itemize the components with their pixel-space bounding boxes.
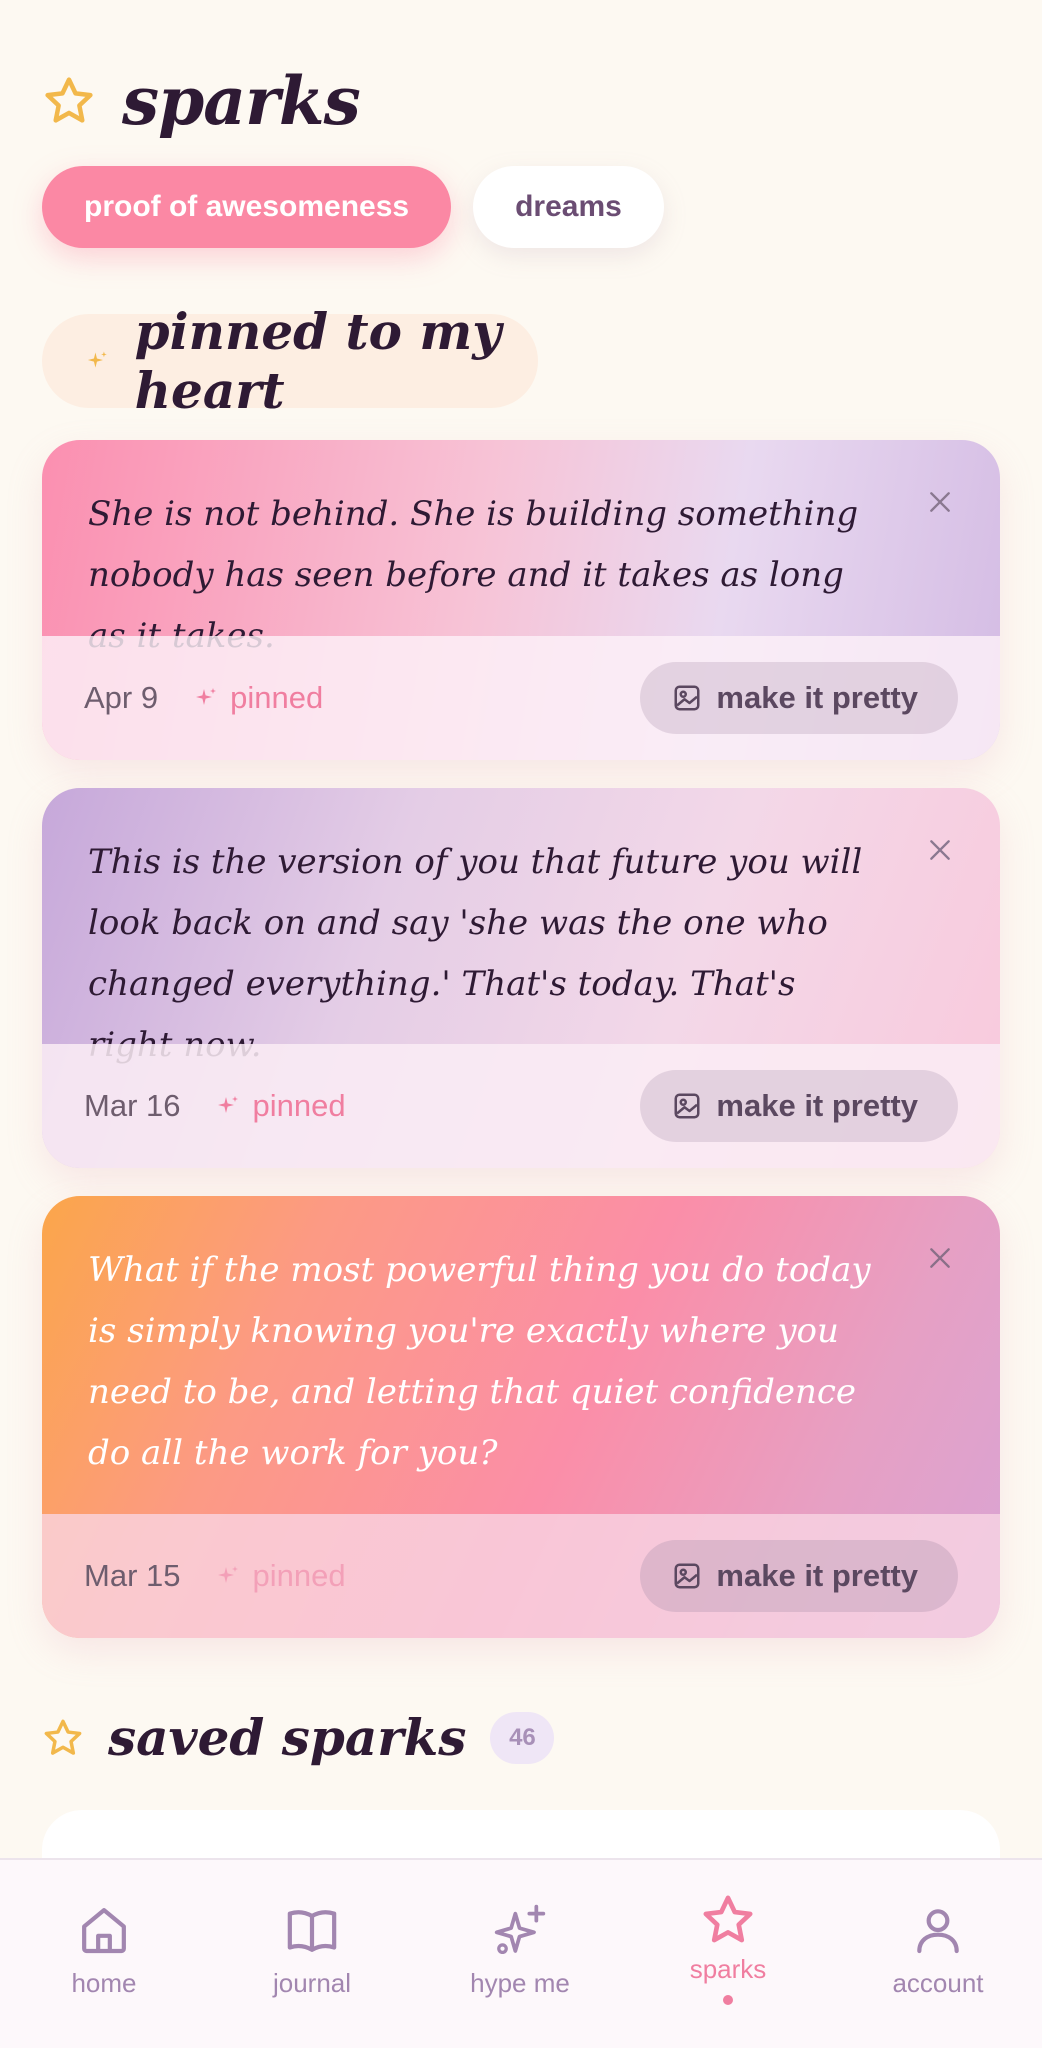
sparkle-icon [196, 688, 217, 705]
make-it-pretty-label: make it pretty [716, 1088, 918, 1123]
make-it-pretty-button[interactable]: make it pretty [640, 1540, 958, 1612]
image-icon [674, 1563, 700, 1589]
quote-text: What if the most powerful thing you do t… [88, 1250, 871, 1473]
close-icon [930, 1248, 950, 1268]
saved-section-header: saved sparks 46 [42, 1708, 555, 1767]
category-tabs: proof of awesomeness dreams [42, 166, 664, 248]
sparkle-icon [218, 1096, 239, 1113]
close-icon [930, 492, 950, 512]
card-date: Mar 16 [84, 1088, 181, 1123]
nav-item-journal[interactable]: journal [208, 1860, 416, 2048]
nav-label: hype me [470, 1968, 570, 1998]
make-it-pretty-label: make it pretty [716, 1558, 918, 1593]
star-icon [703, 1895, 753, 1943]
tab-dreams[interactable]: dreams [473, 166, 664, 248]
nav-item-hype-me[interactable]: hype me [416, 1860, 624, 2048]
pinned-badge: pinned [216, 1088, 346, 1124]
pinned-section-header: pinned to my heart [42, 302, 538, 420]
pinned-badge: pinned [194, 680, 323, 716]
card-date: Apr 9 [84, 680, 159, 715]
close-button[interactable] [924, 1242, 956, 1274]
saved-count-badge: 46 [490, 1711, 555, 1764]
nav-label: sparks [689, 1954, 767, 1984]
pinned-card: She is not behind. She is building somet… [42, 440, 1000, 760]
sparkle-icon [87, 351, 107, 368]
image-icon [674, 1093, 700, 1119]
nav-item-sparks[interactable]: sparks [624, 1860, 832, 2048]
page-header: sparks [42, 62, 361, 140]
quote-text: This is the version of you that future y… [88, 842, 863, 1065]
make-it-pretty-button[interactable]: make it pretty [640, 662, 958, 734]
sparkle-plus-icon [494, 1904, 546, 1955]
close-button[interactable] [924, 834, 956, 866]
page-title: sparks [122, 62, 361, 140]
pinned-card: This is the version of you that future y… [42, 788, 1000, 1168]
close-button[interactable] [924, 486, 956, 518]
pinned-card: What if the most powerful thing you do t… [42, 1196, 1000, 1638]
nav-item-account[interactable]: account [834, 1860, 1042, 2048]
star-icon [45, 77, 93, 123]
make-it-pretty-button[interactable]: make it pretty [640, 1070, 958, 1142]
star-icon [44, 1719, 82, 1755]
book-icon [287, 1910, 337, 1952]
bottom-navigation: home journal hype me sparks account [0, 1858, 1042, 2048]
pinned-label: pinned [230, 680, 324, 715]
saved-section-title: saved sparks [108, 1708, 467, 1767]
user-icon [917, 1909, 959, 1954]
pinned-label: pinned [252, 1088, 346, 1123]
nav-label: account [892, 1968, 984, 1998]
tab-proof-of-awesomeness[interactable]: proof of awesomeness [42, 166, 452, 248]
close-icon [930, 840, 950, 860]
card-date: Mar 15 [84, 1558, 181, 1593]
pinned-badge: pinned [216, 1558, 346, 1594]
nav-item-home[interactable]: home [0, 1860, 208, 2048]
pinned-label: pinned [252, 1558, 346, 1593]
home-icon [82, 1908, 126, 1954]
sparkle-icon [218, 1566, 239, 1583]
active-indicator-dot [723, 1995, 733, 2005]
nav-label: home [71, 1968, 137, 1998]
section-title: pinned to my heart [134, 302, 502, 420]
make-it-pretty-label: make it pretty [716, 680, 918, 715]
image-icon [674, 685, 700, 711]
nav-label: journal [272, 1968, 352, 1998]
